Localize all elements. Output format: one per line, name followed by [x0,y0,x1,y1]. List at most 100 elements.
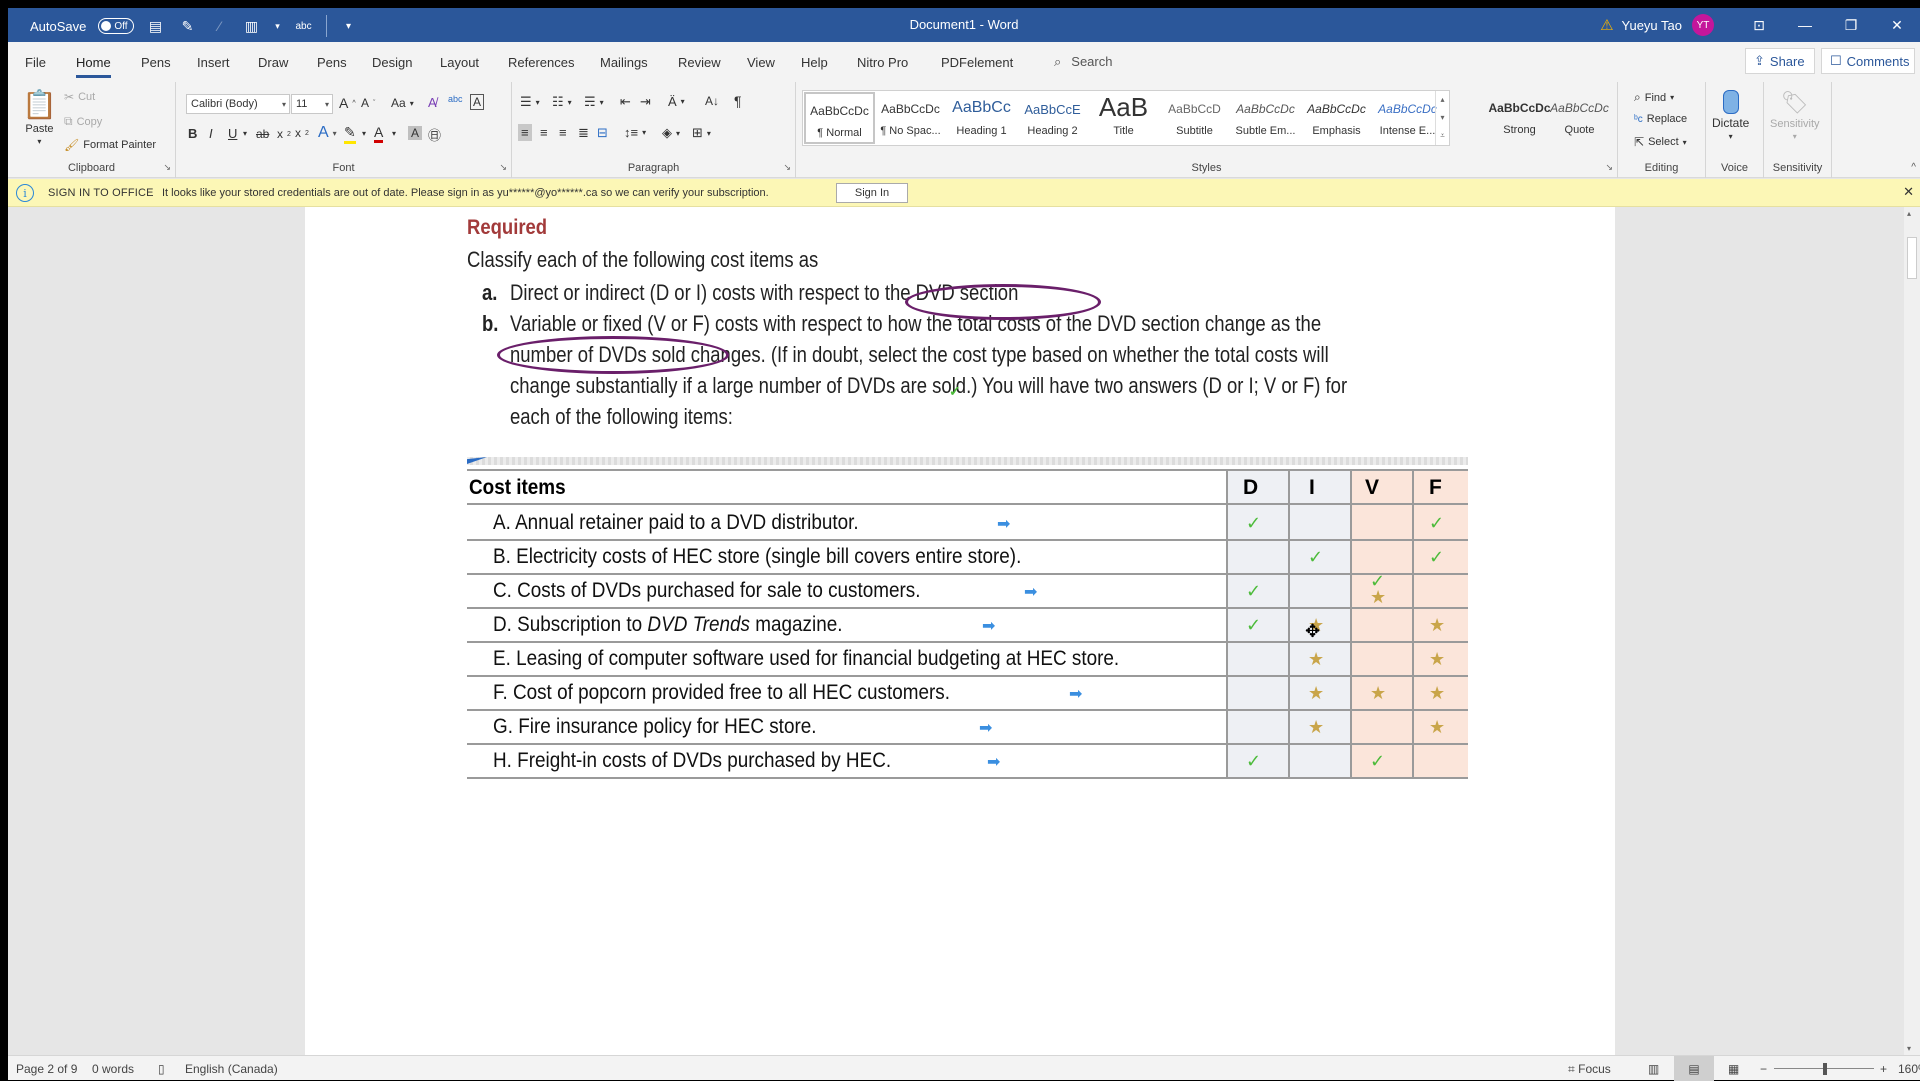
zoom-level[interactable]: 160% [1898,1062,1920,1076]
zoom-out-button[interactable]: − [1760,1062,1767,1076]
tab-layout[interactable]: Layout [440,55,479,70]
tab-pens-2[interactable]: Pens [317,55,347,70]
tab-draw[interactable]: Draw [258,55,288,70]
font-color-dropdown-icon[interactable]: ▾ [392,129,396,138]
format-painter-button[interactable]: 🖌 Format Painter [64,138,156,152]
tab-file[interactable]: File [25,55,46,70]
phonetic-guide-icon[interactable]: abc [448,94,463,104]
close-icon[interactable]: ✕ [1874,8,1920,42]
dictate-button[interactable]: Dictate ▾ [1712,90,1749,141]
character-border-icon[interactable]: A [470,94,485,110]
sign-in-button[interactable]: Sign In [836,183,908,203]
avatar[interactable]: YT [1692,14,1714,36]
align-center-icon[interactable]: ≡ [540,125,548,140]
find-button[interactable]: ⌕ Find ▾ [1634,90,1674,105]
numbering-icon[interactable]: ☷ ▾ [552,94,572,110]
style-intense-emphasis[interactable]: AaBbCcDc Intense E... [1372,92,1443,144]
highlight-color-icon[interactable]: ✎ [344,124,356,144]
style-normal[interactable]: AaBbCcDc ¶ Normal [804,92,875,144]
restore-icon[interactable]: ❐ [1828,8,1874,42]
style-heading-2[interactable]: AaBbCcE Heading 2 [1017,92,1088,144]
proofing-icon[interactable]: ▯ [158,1062,165,1076]
style-no-spacing[interactable]: AaBbCcDc ¶ No Spac... [875,92,946,144]
paste-button[interactable]: 📋 Paste ▾ [22,88,57,146]
asian-layout-icon[interactable]: Ä ▾ [668,94,685,109]
share-button[interactable]: ⇪ Share [1745,48,1815,74]
align-right-icon[interactable]: ≡ [559,125,567,140]
minimize-icon[interactable]: — [1782,8,1828,42]
change-case-button[interactable]: Aa ▾ [391,96,414,110]
user-name[interactable]: Yueyu Tao [1622,18,1682,33]
decrease-indent-icon[interactable]: ⇤ [620,94,631,110]
vertical-scrollbar[interactable]: ▴ ▾ [1904,207,1920,1055]
font-color-icon[interactable]: A [374,124,384,143]
style-subtitle[interactable]: AaBbCcD Subtitle [1159,92,1230,144]
language[interactable]: English (Canada) [185,1062,278,1076]
sort-icon[interactable]: A↓ [705,94,719,108]
justify-icon[interactable]: ≣ [578,125,589,141]
grow-font-icon[interactable]: A ^ [339,95,356,111]
zoom-in-button[interactable]: + [1880,1062,1887,1076]
copy-button[interactable]: ⧉ Copy [64,114,102,129]
dialog-launcher-icon[interactable]: ↘ [1605,162,1613,173]
shrink-font-icon[interactable]: Aˇ [361,96,375,110]
font-name-combo[interactable]: Calibri (Body) ▾ [186,94,290,114]
align-left-icon[interactable]: ≡ [518,124,532,141]
dialog-launcher-icon[interactable]: ↘ [499,162,507,173]
bold-button[interactable]: B [188,126,197,141]
font-size-combo[interactable]: 11 ▾ [291,94,333,114]
shading-icon[interactable]: ◈ ▾ [662,125,680,141]
select-button[interactable]: ⇱ Select ▾ [1634,135,1687,149]
character-shading-icon[interactable]: A [408,126,423,140]
tab-pens[interactable]: Pens [141,55,171,70]
read-mode-icon[interactable]: ▥ [1648,1062,1659,1076]
tab-home[interactable]: Home [76,55,111,78]
close-icon[interactable]: ✕ [1903,184,1914,200]
underline-button[interactable]: U [228,126,237,141]
borders-icon[interactable]: ⊞ ▾ [692,125,711,141]
style-heading-1[interactable]: AaBbCc Heading 1 [946,92,1017,144]
cut-button[interactable]: ✂ Cut [64,90,95,104]
highlight-dropdown-icon[interactable]: ▾ [362,129,366,138]
dialog-launcher-icon[interactable]: ↘ [783,162,791,173]
clear-formatting-icon[interactable]: A̸ [428,95,437,110]
dialog-launcher-icon[interactable]: ↘ [163,162,171,173]
tab-insert[interactable]: Insert [197,55,230,70]
page-count[interactable]: Page 2 of 9 [16,1062,77,1076]
italic-button[interactable]: I [209,126,213,141]
underline-dropdown-icon[interactable]: ▾ [243,129,247,138]
style-subtle-emphasis[interactable]: AaBbCcDc Subtle Em... [1230,92,1301,144]
tab-design[interactable]: Design [372,55,412,70]
distributed-icon[interactable]: ⊟ [597,125,608,141]
web-layout-icon[interactable]: ▦ [1728,1062,1739,1076]
print-layout-icon[interactable]: ▤ [1674,1056,1714,1081]
zoom-slider-thumb[interactable] [1823,1063,1827,1075]
bullets-icon[interactable]: ☰ ▾ [520,94,540,110]
comments-button[interactable]: ☐ Comments [1821,48,1915,74]
subscript-button[interactable]: x2 [277,127,291,141]
tab-view[interactable]: View [747,55,775,70]
superscript-button[interactable]: x2 [295,126,309,140]
line-spacing-icon[interactable]: ↕≡ ▾ [624,125,646,140]
tab-review[interactable]: Review [678,55,721,70]
multilevel-list-icon[interactable]: ☴ ▾ [584,94,604,110]
scrollbar-thumb[interactable] [1907,237,1917,279]
tab-help[interactable]: Help [801,55,828,70]
style-title[interactable]: AaB Title [1088,92,1159,144]
increase-indent-icon[interactable]: ⇥ [640,94,651,110]
ribbon-display-icon[interactable]: ⊡ [1736,8,1782,42]
focus-button[interactable]: ⌗ Focus [1568,1062,1611,1077]
style-quote[interactable]: AaBbCcDc Quote [1544,91,1615,143]
strikethrough-button[interactable]: ab [256,127,269,141]
document-page[interactable]: Required Classify each of the following … [305,207,1615,1055]
styles-gallery-scroll[interactable]: ▴ ▾ ⩡ [1435,91,1449,145]
tab-references[interactable]: References [508,55,574,70]
show-formatting-icon[interactable]: ¶ [734,93,742,109]
tab-nitro-pro[interactable]: Nitro Pro [857,55,908,70]
word-count[interactable]: 0 words [92,1062,134,1076]
search-box[interactable]: ⌕ Search [1054,54,1112,70]
replace-button[interactable]: ᵇc Replace [1634,113,1687,125]
text-effects-icon[interactable]: A ▾ [318,124,337,142]
enclose-characters-icon[interactable]: ㊐ [428,125,441,144]
tab-pdfelement[interactable]: PDFelement [941,55,1013,70]
